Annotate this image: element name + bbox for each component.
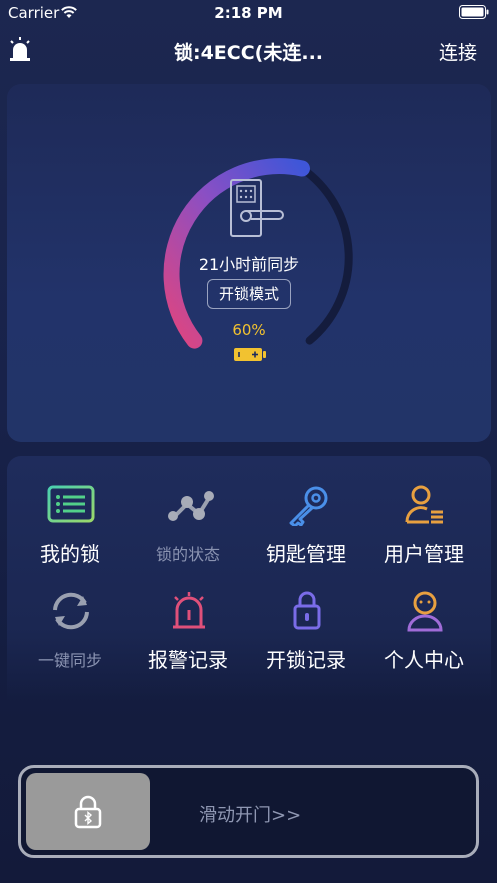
slide-label: 滑动开门>> — [199, 805, 302, 826]
menu-label: 锁的状态 — [155, 545, 220, 564]
unlock-mode-button[interactable]: 开锁模式 — [207, 279, 291, 309]
smart-lock-icon — [230, 179, 284, 237]
status-bar: Carrier 2:18 PM — [0, 0, 497, 26]
connect-button[interactable]: 连接 — [439, 38, 477, 65]
status-time: 2:18 PM — [214, 4, 283, 22]
menu-label: 个人中心 — [384, 648, 464, 672]
menu-label: 一键同步 — [37, 651, 102, 670]
menu-unlock-record[interactable]: 开锁记录 — [247, 590, 365, 680]
alarm-icon — [173, 592, 205, 629]
lock-status-card: 21小时前同步 开锁模式 60% — [7, 84, 491, 442]
menu-label: 报警记录 — [148, 648, 228, 672]
nav-bar: 锁:4ECC(未连... 连接 — [0, 26, 497, 76]
sync-time-text: 21小时前同步 — [198, 255, 300, 274]
menu-one-click-sync[interactable]: 一键同步 — [11, 590, 129, 680]
menu-label: 开锁记录 — [266, 648, 346, 672]
slider-knob[interactable] — [26, 773, 150, 850]
menu-label: 我的锁 — [40, 542, 100, 566]
bluetooth-lock-icon — [74, 795, 102, 829]
menu-key-manage[interactable]: 钥匙管理 — [247, 484, 365, 574]
unlock-record-icon — [293, 591, 321, 630]
slide-to-unlock[interactable]: 滑动开门>> — [18, 765, 479, 858]
alarm-light-icon[interactable] — [8, 36, 32, 62]
menu-lock-status[interactable]: 锁的状态 — [129, 484, 247, 574]
lock-title: 锁:4ECC(未连... — [173, 42, 324, 64]
menu-user-manage[interactable]: 用户管理 — [365, 484, 483, 574]
feature-menu: 我的锁 锁的状态 钥匙管理 用户管理 一键同步 报警记录 开锁记录 个人中心 — [7, 456, 491, 701]
menu-my-lock[interactable]: 我的锁 — [11, 484, 129, 574]
menu-alarm-record[interactable]: 报警记录 — [129, 590, 247, 680]
lock-list-icon — [47, 485, 95, 523]
menu-label: 用户管理 — [384, 542, 464, 566]
key-icon — [289, 486, 328, 526]
menu-profile[interactable]: 个人中心 — [365, 590, 483, 680]
battery-status-icon — [459, 5, 489, 19]
menu-label: 钥匙管理 — [266, 542, 346, 566]
profile-icon — [407, 591, 443, 632]
sync-icon — [53, 592, 89, 630]
user-manage-icon — [405, 485, 443, 524]
battery-percent: 60% — [232, 321, 266, 339]
lock-status-icon — [168, 491, 214, 521]
battery-icon — [234, 348, 266, 361]
